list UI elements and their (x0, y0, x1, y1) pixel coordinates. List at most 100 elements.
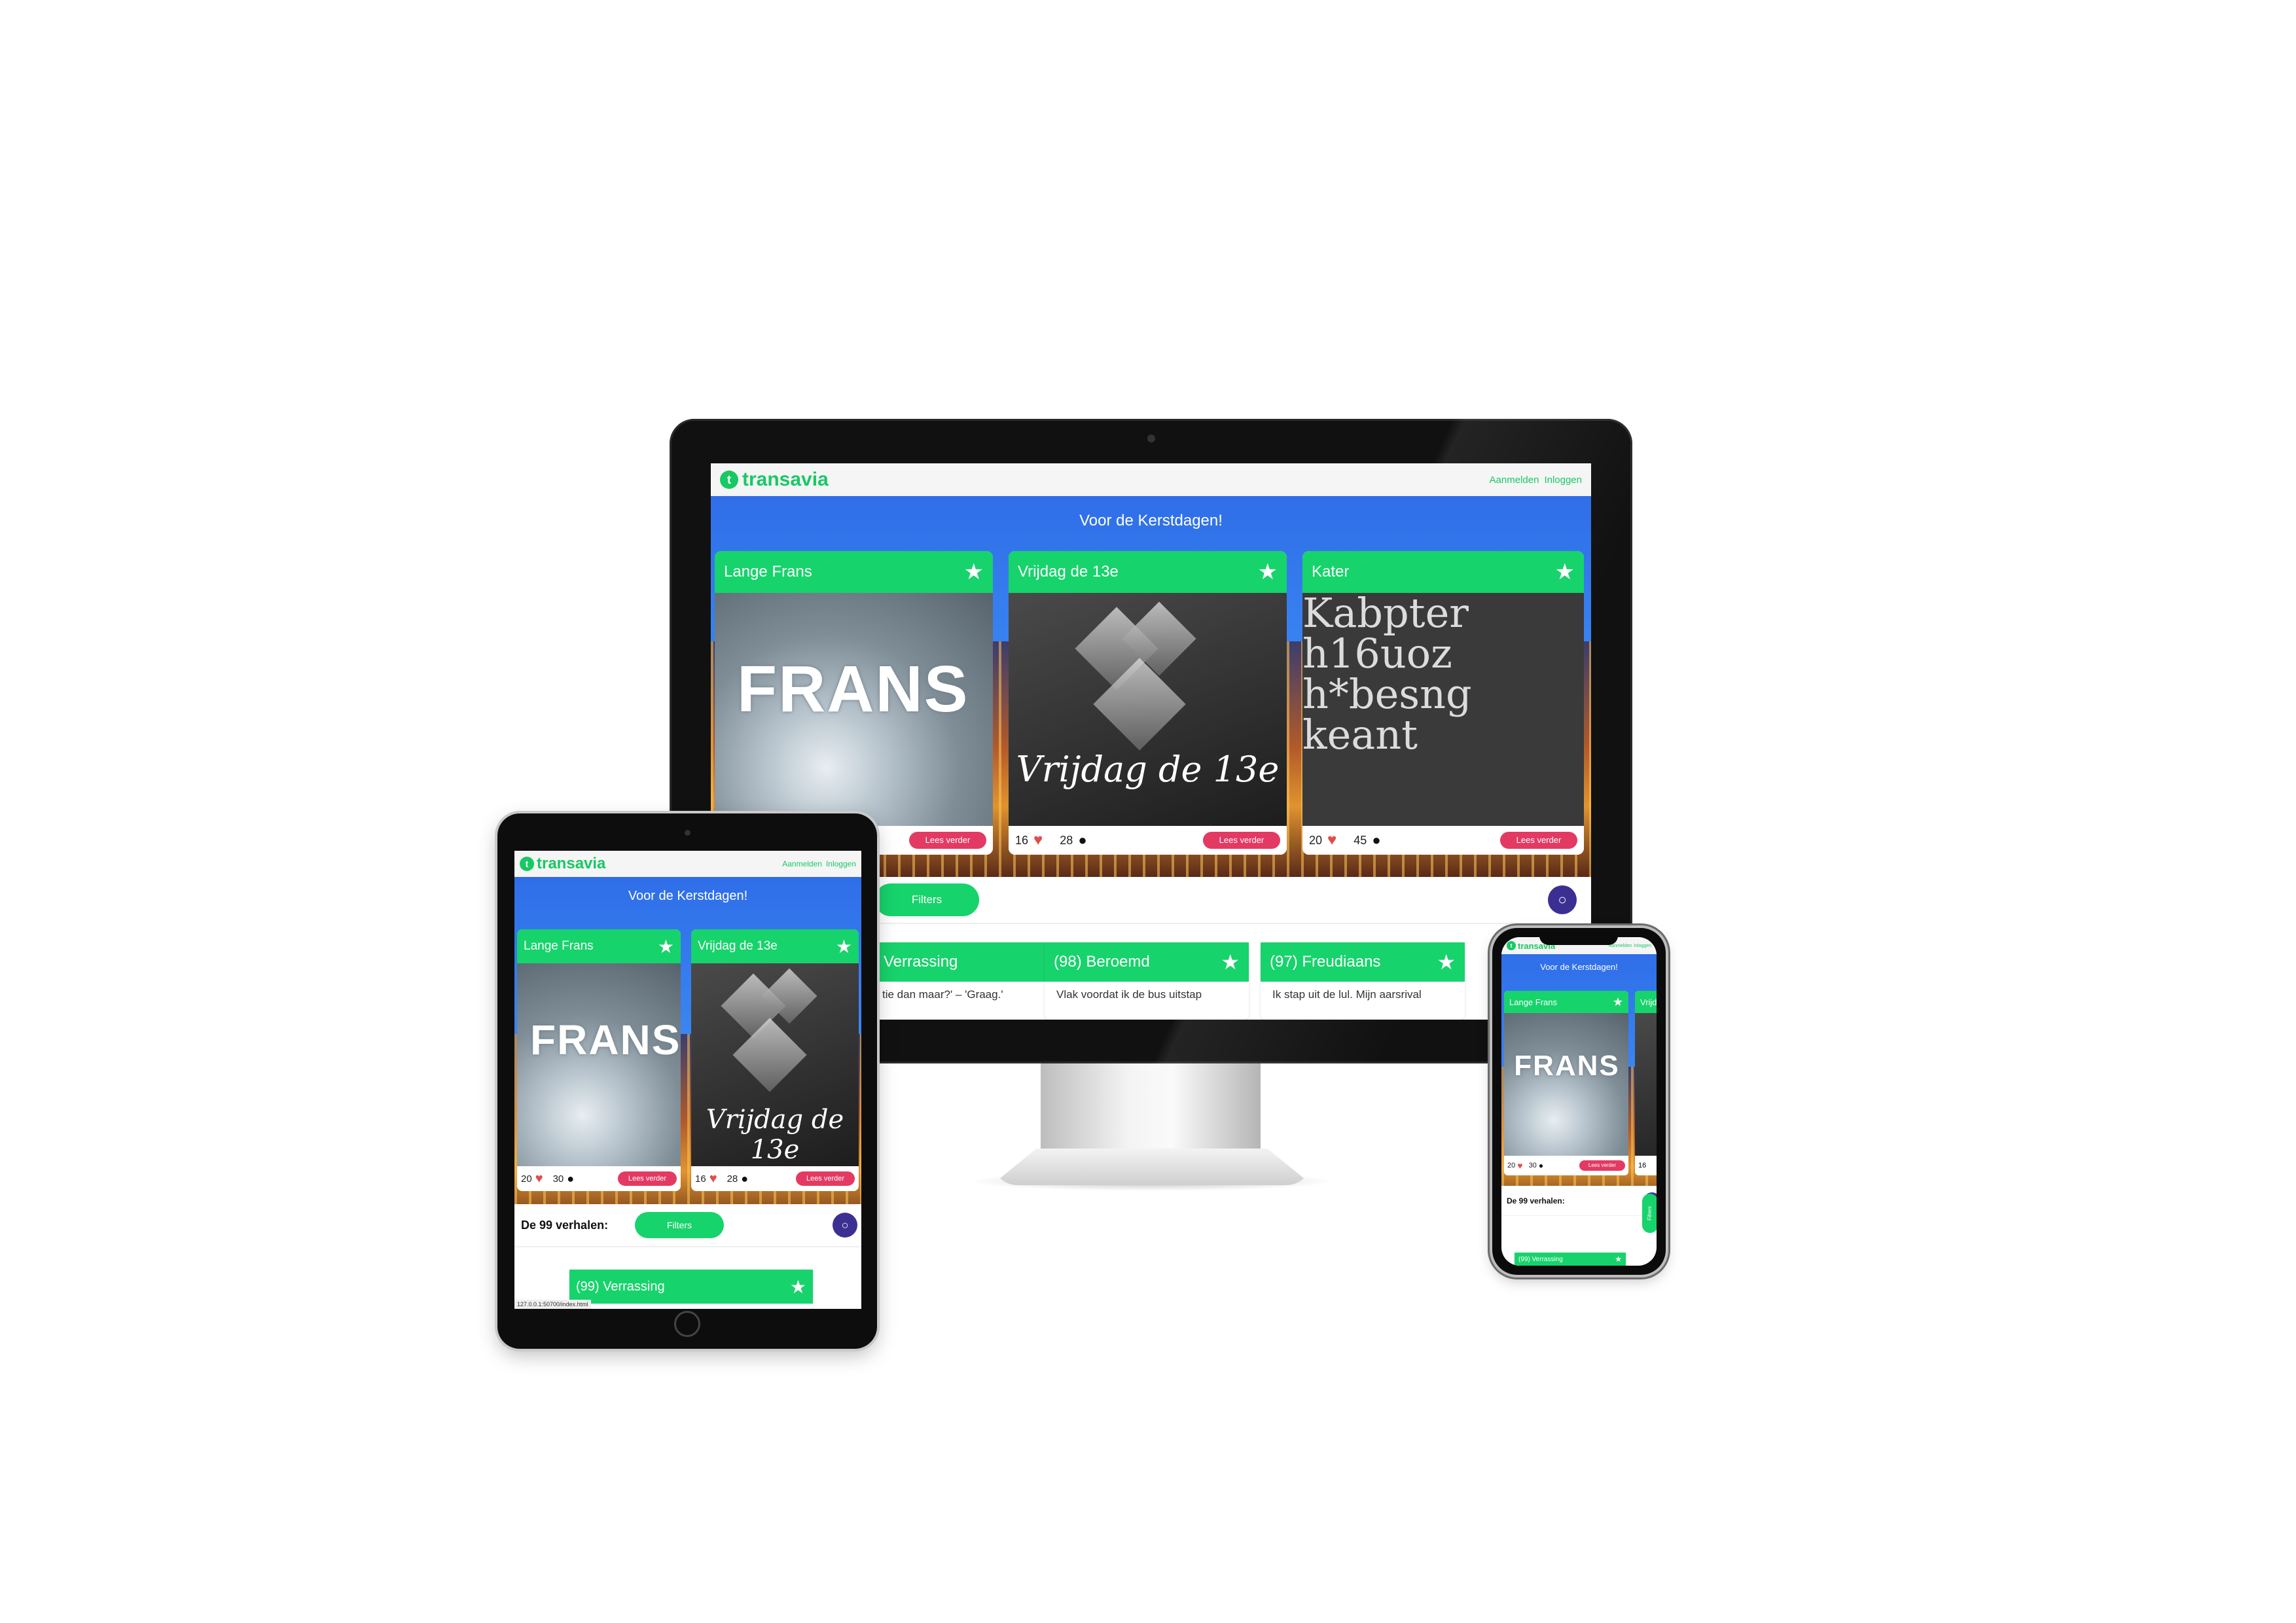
hero-title: Voor de Kerstdagen! (628, 889, 748, 903)
nav-links: Aanmelden Inloggen (782, 859, 856, 868)
search-button[interactable]: ○ (833, 1213, 857, 1238)
story-title[interactable]: (99) Verrassing (576, 1279, 665, 1294)
story-header: (99) Verrassing ★ (569, 1270, 813, 1304)
nav-inloggen[interactable]: Inloggen (826, 859, 856, 868)
card-image-kater[interactable]: Kabpterh16uozh*besngkeant (1302, 593, 1584, 826)
heart-icon[interactable]: ♥ (709, 1171, 717, 1186)
card-footer: 16 (1635, 1156, 1657, 1175)
story-title[interactable]: (98) Beroemd (1054, 953, 1150, 971)
star-icon[interactable]: ★ (836, 936, 852, 957)
likes-count: 16 (1638, 1162, 1647, 1169)
star-icon[interactable]: ★ (964, 559, 984, 585)
readers-count: 28 (726, 1173, 738, 1185)
card-stats: 16 ♥ 28 ● (695, 1171, 748, 1186)
story-item-freudiaans[interactable]: (97) Freudiaans ★ Ik stap uit de lul. Mij… (1261, 942, 1465, 1020)
read-more-button[interactable]: Lees verder (1500, 832, 1577, 849)
card-image-frans[interactable]: FRANS (1504, 1013, 1628, 1156)
heart-icon[interactable]: ♥ (1517, 1160, 1522, 1171)
star-icon[interactable]: ★ (658, 936, 674, 957)
story-title[interactable]: (97) Freudiaans (1270, 953, 1380, 971)
card-title[interactable]: Lange Frans (724, 563, 812, 581)
readers-count: 28 (1060, 833, 1073, 847)
read-more-button[interactable]: Lees verder (1203, 832, 1280, 849)
star-icon[interactable]: ★ (1221, 950, 1240, 974)
card-footer: 20♥ 30● Lees verder (1504, 1156, 1628, 1175)
star-icon[interactable]: ★ (1613, 995, 1623, 1009)
story-title[interactable]: (99) Verrassing (1518, 1256, 1563, 1263)
card-title[interactable]: Vrijdag de 13e (1640, 997, 1657, 1007)
likes-count: 20 (1309, 833, 1323, 847)
nav-links: Aanmelden Inloggen (1490, 474, 1582, 486)
phone-notch (1539, 932, 1618, 945)
card-header: Kater ★ (1302, 551, 1584, 593)
card-image-vrijdag[interactable] (1635, 1013, 1657, 1156)
story-title[interactable]: Verrassing (884, 953, 958, 971)
mobile-filter-bar: De 99 verhalen: ○ (1501, 1186, 1657, 1216)
nav-aanmelden[interactable]: Aanmelden (1490, 474, 1539, 486)
story-item-beroemd[interactable]: (98) Beroemd ★ Vlak voordat ik de bus uit… (1045, 942, 1249, 1020)
transavia-logo[interactable]: t transavia (520, 855, 605, 873)
heart-icon[interactable]: ♥ (535, 1171, 543, 1186)
transavia-logo[interactable]: t transavia (720, 469, 829, 491)
search-icon: ○ (1558, 891, 1567, 908)
filters-button[interactable]: Filters (874, 883, 979, 916)
read-more-button[interactable]: Lees verder (909, 832, 986, 849)
story-item-verrassing[interactable]: (99) Verrassing ★ (1515, 1253, 1626, 1266)
logo-text: transavia (537, 855, 606, 872)
story-card-vrijdag-partial: Vrijdag de 13e 16 (1635, 991, 1657, 1175)
story-card-vrijdag: Vrijdag de 13e ★ Vrijdag de 13e 16 ♥ 28 ● … (1009, 551, 1287, 855)
story-card-lange-frans: Lange Frans ★ FRANS 20 ♥ 30 ● Lees verder (1504, 991, 1628, 1175)
story-snippet: Vlak voordat ik de bus uitstap (1056, 988, 1202, 1001)
imac-stand-foot (992, 1149, 1312, 1185)
card-title[interactable]: Kater (1312, 563, 1349, 581)
tablet-filter-bar: De 99 verhalen: Filters ○ (514, 1204, 861, 1247)
star-icon[interactable]: ★ (790, 1276, 806, 1298)
card-title[interactable]: Vrijdag de 13e (698, 939, 778, 954)
nav-links: Aanmelden Inloggen (1609, 944, 1651, 948)
story-card-lange-frans: Lange Frans ★ FRANS 20♥ 30● Lees verder (715, 551, 993, 855)
card-image-vrijdag[interactable]: Vrijdag de 13e (1009, 593, 1287, 826)
card-stats: 20 ♥ 45 ● (1309, 831, 1381, 849)
nav-aanmelden[interactable]: Aanmelden (782, 859, 822, 868)
star-icon[interactable]: ★ (1615, 1255, 1622, 1264)
star-icon[interactable]: ★ (1258, 559, 1278, 585)
ipad-camera (685, 830, 691, 836)
read-more-button[interactable]: Lees verder (618, 1171, 677, 1186)
logo-mark-icon: t (520, 857, 534, 871)
nav-inloggen[interactable]: Inloggen (1544, 474, 1582, 486)
kater-artwork-letters: Kabpterh16uozh*besngkeant (1302, 593, 1472, 758)
read-more-button[interactable]: Lees verder (796, 1171, 855, 1186)
logo-text: transavia (742, 469, 829, 490)
readers-count: 30 (552, 1173, 564, 1185)
card-header: Vrijdag de 13e ★ (691, 929, 859, 963)
frans-artwork-text: FRANS (737, 652, 969, 726)
star-icon[interactable]: ★ (1555, 559, 1575, 585)
card-title[interactable]: Lange Frans (1509, 997, 1557, 1007)
vrijdag-artwork-title: Vrijdag de 13e (706, 1105, 844, 1165)
desktop-topbar: t transavia Aanmelden Inloggen (711, 463, 1591, 496)
story-header: (99) Verrassing ★ (1515, 1253, 1626, 1266)
mobile-screen: t transavia Aanmelden Inloggen Voor de K… (1501, 937, 1657, 1266)
star-icon[interactable]: ★ (1437, 950, 1456, 974)
card-title[interactable]: Vrijdag de 13e (1018, 563, 1119, 581)
search-button[interactable]: ○ (1548, 885, 1577, 914)
heart-icon[interactable]: ♥ (1033, 831, 1043, 849)
card-image-vrijdag[interactable]: Vrijdag de 13e (691, 963, 859, 1166)
tablet-screen: t transavia Aanmelden Inloggen Voor de K… (514, 851, 861, 1309)
nav-inloggen[interactable]: Inloggen (1634, 944, 1651, 948)
story-item-verrassing[interactable]: (99) Verrassing ★ (569, 1270, 813, 1309)
person-icon: ● (741, 1171, 749, 1185)
status-url-bar: 127.0.0.1:50700/index.html (514, 1300, 591, 1309)
likes-count: 20 (521, 1173, 532, 1185)
read-more-button[interactable]: Lees verder (1579, 1160, 1625, 1171)
card-image-frans[interactable]: FRANS (517, 963, 681, 1166)
card-title[interactable]: Lange Frans (524, 939, 594, 954)
device-mockup-stage: t transavia Aanmelden Inloggen Voor de K… (0, 0, 2296, 1623)
card-image-frans[interactable]: FRANS (715, 593, 993, 826)
card-stats: 20♥ 30● (521, 1171, 574, 1186)
filters-button[interactable]: Filters (635, 1212, 724, 1238)
heart-icon[interactable]: ♥ (1327, 831, 1336, 849)
filters-side-tab[interactable]: Filters (1642, 1194, 1657, 1233)
person-icon: ● (567, 1171, 575, 1185)
story-count-label: De 99 verhalen: (521, 1218, 609, 1232)
